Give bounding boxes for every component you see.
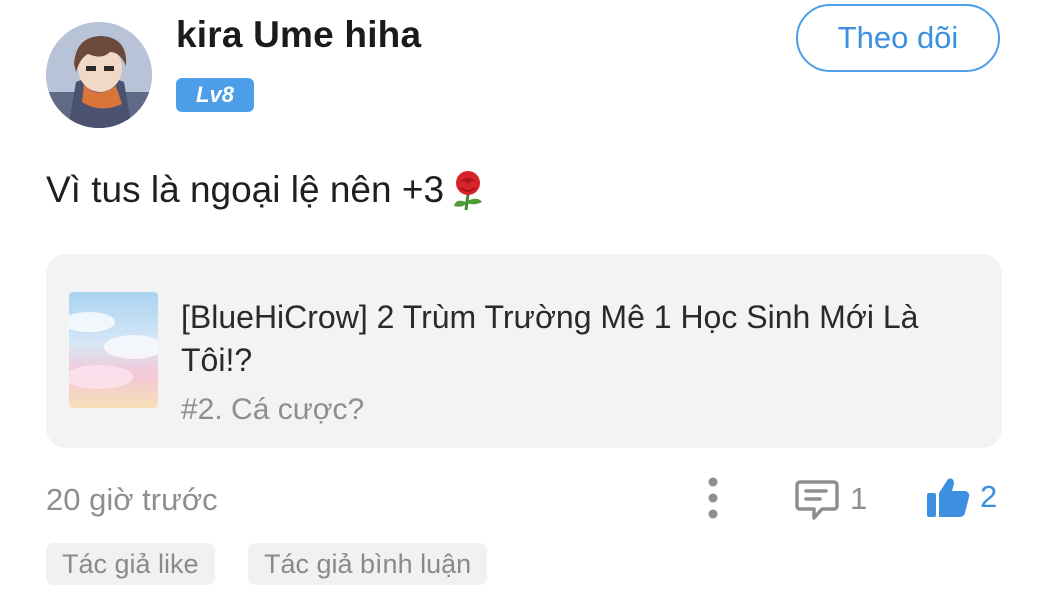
reply-button[interactable]: 1 — [794, 474, 867, 524]
story-link-card[interactable]: [BlueHiCrow] 2 Trùm Trường Mê 1 Học Sinh… — [46, 254, 1002, 448]
avatar[interactable] — [46, 22, 152, 128]
avatar-illustration — [46, 22, 152, 128]
follow-button[interactable]: Theo dõi — [796, 4, 1000, 72]
more-options-button[interactable] — [698, 474, 728, 522]
comment-icon — [795, 480, 839, 520]
username[interactable]: kira Ume hiha — [176, 14, 421, 56]
more-vertical-icon — [708, 477, 718, 519]
like-button[interactable]: 2 — [924, 472, 997, 522]
story-title: [BlueHiCrow] 2 Trùm Trường Mê 1 Học Sinh… — [181, 299, 919, 378]
rose-icon — [446, 168, 490, 212]
comment-item: kira Ume hiha Lv8 Theo dõi Vì tus là ngo… — [0, 0, 1050, 600]
tag-author-liked: Tác giả like — [46, 543, 215, 585]
level-badge: Lv8 — [176, 78, 254, 112]
story-cover-image — [69, 292, 158, 408]
thumbs-up-icon — [927, 478, 970, 517]
like-count: 2 — [980, 479, 998, 514]
tag-author-commented: Tác giả bình luận — [248, 543, 488, 585]
comment-body: Vì tus là ngoại lệ nên +3 — [46, 168, 490, 212]
reply-count: 1 — [850, 481, 868, 516]
timestamp: 20 giờ trước — [46, 482, 218, 517]
comment-text: Vì tus là ngoại lệ nên +3 — [46, 169, 445, 210]
story-chapter: #2. Cá cược? — [181, 393, 365, 426]
